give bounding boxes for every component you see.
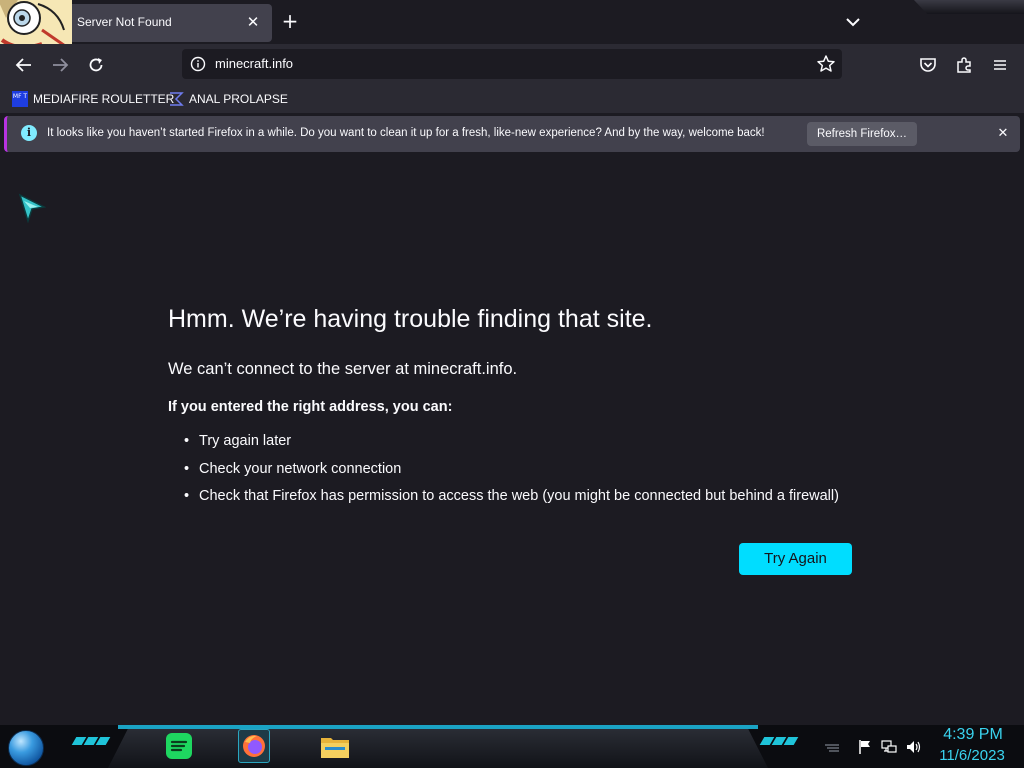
list-item: Try again later [184,433,839,461]
url-bar[interactable]: minecraft.info [182,49,842,79]
clock-time[interactable]: 4:39 PM [936,726,1010,744]
close-icon[interactable]: ✕ [993,124,1013,144]
refresh-firefox-button[interactable]: Refresh Firefox… [807,122,917,146]
new-tab-icon[interactable]: + [279,11,301,33]
tab-server-not-found[interactable]: Server Not Found ✕ [0,0,272,54]
mouse-cursor-icon [18,193,47,224]
chevron-down-icon[interactable] [843,12,863,32]
extensions-icon[interactable] [951,52,977,78]
error-page: Hmm. We’re having trouble finding that s… [0,155,1024,725]
list-item: Check your network connection [184,461,839,489]
back-arrow-icon[interactable] [11,52,37,78]
navigation-toolbar: minecraft.info [0,44,1024,85]
error-subheading: If you entered the right address, you ca… [168,399,453,415]
taskbar-frame [108,729,768,768]
forward-arrow-icon[interactable] [47,52,73,78]
show-hidden-icons-icon[interactable] [824,739,840,755]
url-text[interactable]: minecraft.info [215,56,293,71]
taskbar-glow [118,725,758,729]
bookmark-sigma[interactable]: ANAL PROLAPSE [168,90,288,108]
bookmark-mediafire-rouletter[interactable]: MF T MEDIAFIRE ROULETTER [12,90,174,108]
bookmark-label: MEDIAFIRE ROULETTER [33,92,175,106]
menu-hamburger-icon[interactable] [987,52,1013,78]
start-orb-icon[interactable] [8,730,44,766]
network-icon[interactable] [881,739,897,755]
taskbar: 4:39 PM 11/6/2023 [0,725,1024,768]
tab-title: Server Not Found [77,15,172,29]
bookmark-star-icon[interactable] [816,54,836,74]
window-decoration [914,0,1024,14]
tab-strip: Server Not Found ✕ + [0,0,1024,54]
info-icon[interactable] [190,56,206,72]
clock-date[interactable]: 11/6/2023 [930,747,1014,764]
refresh-firefox-notification: i It looks like you haven’t started Fire… [4,116,1020,152]
taskbar-decoration [71,737,111,747]
pocket-icon[interactable] [915,52,941,78]
firefox-icon[interactable] [238,729,270,763]
mediafire-favicon-icon: MF T [12,91,28,107]
tab-close-icon[interactable]: ✕ [242,11,264,33]
suggestion-list: Try again later Check your network conne… [184,433,839,516]
volume-icon[interactable] [905,739,921,755]
bookmarks-toolbar: MF T MEDIAFIRE ROULETTER ANAL PROLAPSE [0,85,1024,113]
sigma-favicon-icon [168,91,184,107]
taskbar-decoration [759,737,799,747]
error-title: Hmm. We’re having trouble finding that s… [168,305,653,333]
file-explorer-icon[interactable] [319,729,351,763]
error-description: We can’t connect to the server at minecr… [168,360,518,378]
spotify-icon[interactable] [163,729,195,763]
action-center-flag-icon[interactable] [857,739,873,755]
notification-text: It looks like you haven’t started Firefo… [47,127,765,139]
info-icon: i [21,125,37,141]
reload-icon[interactable] [83,52,109,78]
svg-text:MF T: MF T [13,93,28,100]
try-again-button[interactable]: Try Again [739,543,852,575]
bookmark-label: ANAL PROLAPSE [189,92,288,106]
list-item: Check that Firefox has permission to acc… [184,488,839,516]
